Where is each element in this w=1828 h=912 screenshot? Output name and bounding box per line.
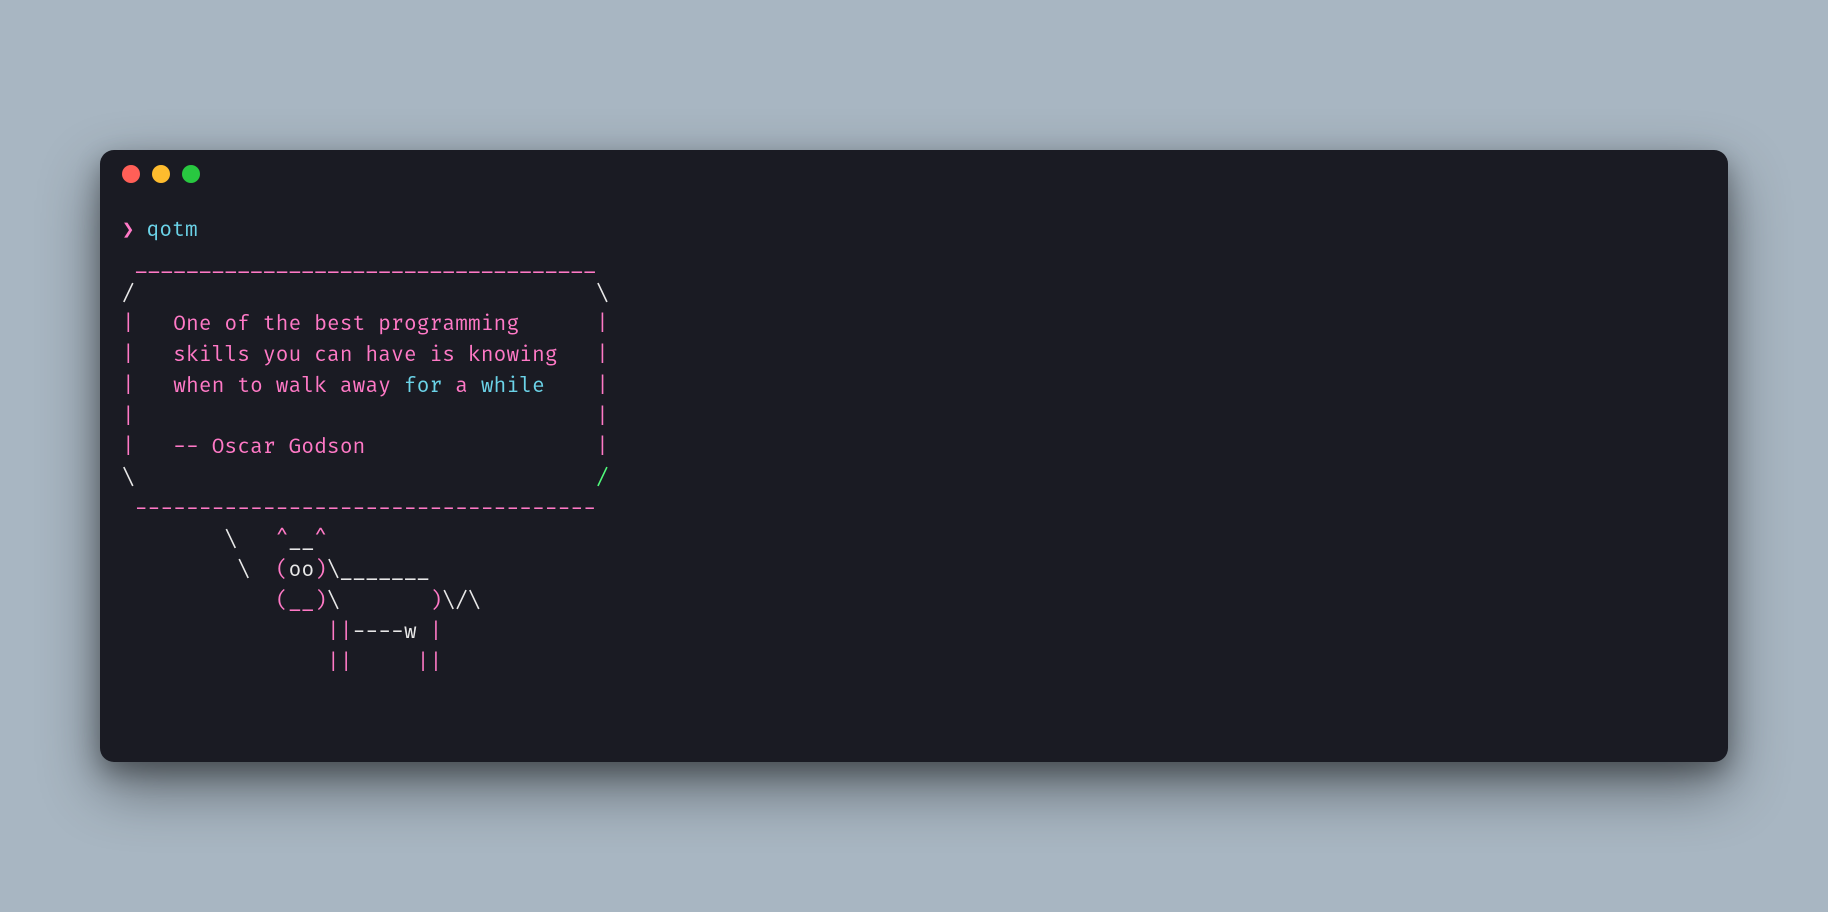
bubble-close-slash: / [596,466,609,491]
cow-l2d: ) [314,558,327,583]
titlebar [100,150,1728,198]
prompt-symbol: ❯ [122,216,135,247]
cow-l3a [122,589,276,614]
maximize-button[interactable] [182,165,200,183]
minimize-button[interactable] [152,165,170,183]
quote-line-2: | skills you can have is knowing | [122,343,609,368]
border-bottom: ------------------------------------ [122,497,596,522]
quote-author: | -- Oscar Godson | [122,435,609,460]
cow-l4d: | [430,620,443,645]
cow-l2a: \ [122,558,276,583]
bubble-close-left: \ [122,466,596,491]
quote-blank: | | [122,405,609,430]
keyword-while: while [481,374,545,399]
terminal-window: ❯ qotm _________________________________… [100,150,1728,762]
cow-l5a [122,651,327,676]
cow-l2e: \_______ [327,558,430,583]
cow-l3d: ) [430,589,443,614]
cow-l5c [353,651,417,676]
cow-l1a: \ [122,528,276,553]
border-top: ____________________________________ [122,251,596,276]
quote-line-1: | One of the best programming | [122,312,609,337]
cow-l3b: (__) [276,589,327,614]
terminal-body[interactable]: ❯ qotm _________________________________… [100,198,1728,701]
cow-l3c: \ [327,589,430,614]
cow-l2c: oo [289,558,315,583]
cow-l5b: || [327,651,353,676]
quote-line-3-mid: a [442,374,480,399]
command-output: ____________________________________ / \… [122,249,1706,680]
cow-l2b: ( [276,558,289,583]
cow-l4a [122,620,327,645]
prompt-line: ❯ qotm [122,216,1706,247]
cow-l4b: || [327,620,353,645]
cow-l1d: ^ [314,528,327,553]
bubble-open: / \ [122,282,609,307]
quote-line-3-pre: | when to walk away [122,374,404,399]
keyword-for: for [404,374,442,399]
quote-line-3-post: | [545,374,609,399]
cow-l1c: __ [289,528,315,553]
cow-l3e: \/\ [442,589,480,614]
command-text: qotm [147,216,198,247]
cow-l5d: || [417,651,443,676]
cow-l4c: ----w [353,620,430,645]
cow-l1b: ^ [276,528,289,553]
close-button[interactable] [122,165,140,183]
